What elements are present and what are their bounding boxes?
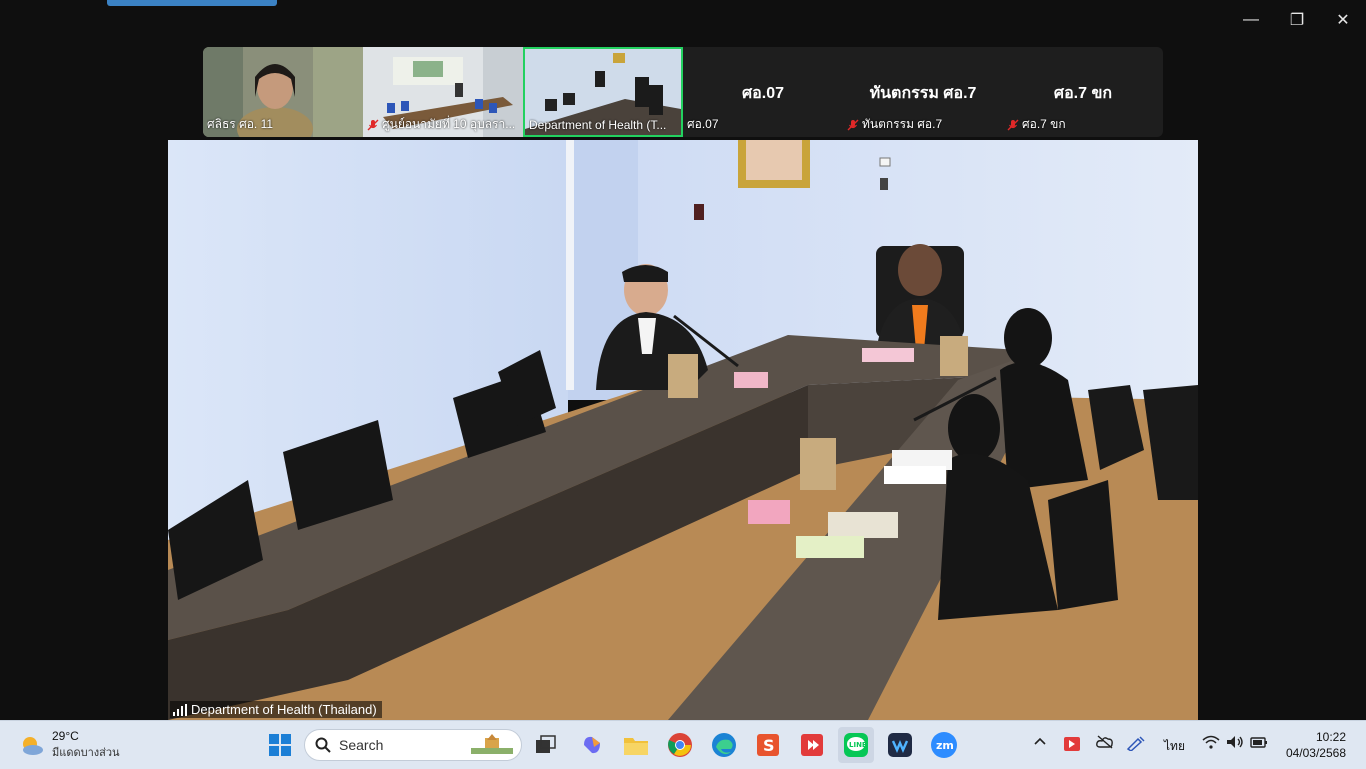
copilot-button[interactable] [576,729,608,761]
participant-tile[interactable]: ศอ.7 ขก ศอ.7 ขก [1003,47,1163,137]
clock-date: 04/03/2568 [1285,746,1346,760]
cloud-off-icon [1096,735,1113,749]
webex-icon [888,733,912,757]
participant-tile[interactable]: ศอ.07 ศอ.07 [683,47,843,137]
svg-text:zm: zm [936,739,954,752]
main-speaker-name: Department of Health (Thailand) [191,702,377,717]
svg-text:LINE: LINE [849,741,867,749]
tray-volume[interactable] [1226,735,1244,752]
line-app-button[interactable]: LINE [838,727,874,763]
edge-icon [712,733,736,757]
tray-battery[interactable] [1250,735,1268,752]
participant-tile-active[interactable]: Department of Health (T... [523,47,683,137]
participant-name: ทันตกรรม ศอ.7 [847,115,942,134]
slides-app-button[interactable]: S [752,729,784,761]
partly-sunny-icon [23,737,43,755]
window-tab-indicator [107,0,277,6]
participant-display-name: ศอ.7 ขก [1053,85,1113,102]
mic-muted-icon [847,119,859,130]
participant-display-name: ทันตกรรม ศอ.7 [869,85,977,102]
anydesk-button[interactable] [796,729,828,761]
line-icon: LINE [844,733,868,757]
search-placeholder: Search [339,737,384,753]
show-hidden-icons-button[interactable] [1033,735,1047,749]
svg-text:S: S [763,736,775,755]
windows-taskbar: 29°C มีแดดบางส่วน Search S LINE zm ไทย 1… [0,720,1366,769]
restore-button[interactable]: ❐ [1274,0,1320,40]
wifi-icon [1202,735,1220,749]
search-icon [315,737,331,753]
tray-pen[interactable] [1126,735,1146,754]
chrome-icon [668,733,692,757]
participant-name: ศอ.7 ขก [1007,115,1066,134]
search-highlight-icon [471,734,513,754]
webex-button[interactable] [884,729,916,761]
task-view-icon [536,735,556,753]
participant-tile[interactable]: ศลิธร ศอ. 11 [203,47,363,137]
participant-tile[interactable]: ศูนย์อนามัยที่ 10 อุบลรา... [363,47,523,137]
weather-desc: มีแดดบางส่วน [52,747,120,759]
file-explorer-button[interactable] [620,729,652,761]
main-speaker-video[interactable] [168,140,1198,720]
chrome-button[interactable] [664,729,696,761]
start-button[interactable] [264,729,296,761]
s-app-icon: S [757,734,779,756]
tray-anydesk[interactable] [1064,737,1080,754]
battery-icon [1250,737,1267,748]
zoom-app-button[interactable]: zm [928,729,960,761]
clock-time: 10:22 [1315,730,1346,744]
input-language[interactable]: ไทย [1164,737,1185,756]
close-button[interactable]: ✕ [1320,0,1366,40]
weather-widget[interactable]: 29°C มีแดดบางส่วน [18,729,120,761]
window-controls: — ❐ ✕ [1228,0,1366,40]
mic-muted-icon [367,119,379,130]
folder-icon [624,738,648,755]
tray-onedrive[interactable] [1096,735,1114,752]
participant-display-name: ศอ.07 [741,85,784,102]
participant-name: ศลิธร ศอ. 11 [207,117,274,131]
meeting-room-scene [168,140,1198,720]
task-view-button[interactable] [530,729,562,761]
participant-name: ศอ.07 [687,117,719,131]
pen-icon [1126,736,1145,752]
minimize-button[interactable]: — [1228,0,1274,40]
remote-app-icon [801,734,823,756]
copilot-icon [584,736,600,754]
edge-button[interactable] [708,729,740,761]
participant-name: Department of Health (T... [529,118,667,132]
participant-gallery-strip: ศลิธร ศอ. 11 ศูนย์อนามัยที่ 10 อุบลรา... [203,47,1163,137]
mic-muted-icon [1007,119,1019,130]
signal-strength-icon [173,703,187,716]
windows-logo-icon [269,734,291,756]
remote-tray-icon [1064,737,1080,751]
chevron-up-icon [1034,737,1046,745]
volume-icon [1227,736,1243,748]
zoom-icon: zm [931,732,957,758]
weather-temp: 29°C [52,729,79,743]
taskbar-search[interactable]: Search [304,729,522,761]
main-speaker-label: Department of Health (Thailand) [170,701,382,718]
participant-tile[interactable]: ทันตกรรม ศอ.7 ทันตกรรม ศอ.7 [843,47,1003,137]
taskbar-clock[interactable]: 10:22 04/03/2568 [1286,729,1346,761]
tray-network[interactable] [1202,735,1220,752]
participant-name: ศูนย์อนามัยที่ 10 อุบลรา... [367,115,515,134]
